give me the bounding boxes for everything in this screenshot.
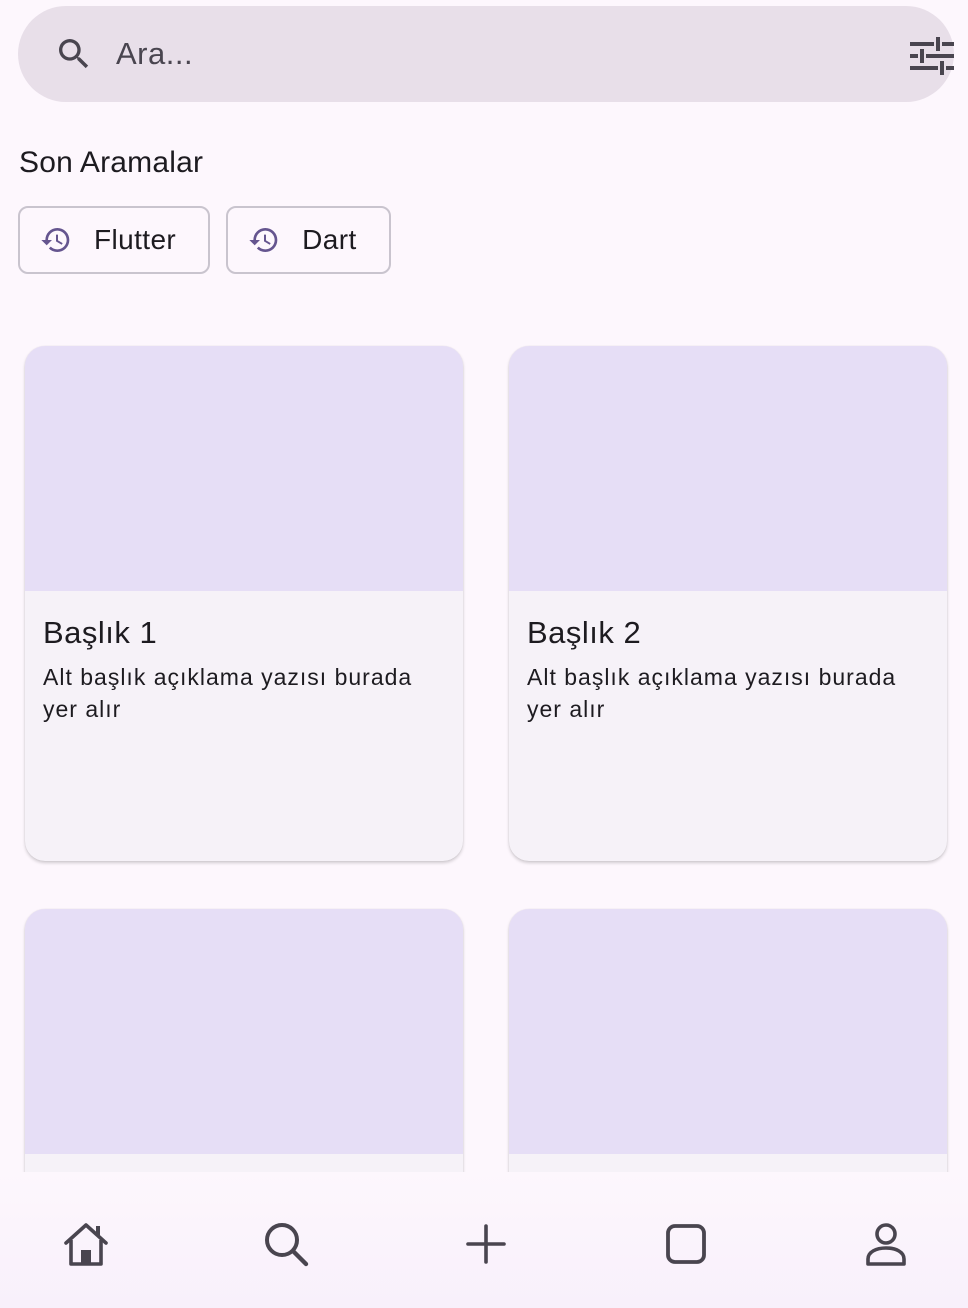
card-title: Başlık 2 [527,615,642,650]
search-icon[interactable] [54,34,94,74]
card-body: Başlık 2 Alt başlık açıklama yazısı bura… [509,591,947,725]
recent-searches-chips: Flutter Dart [18,206,391,274]
nav-home[interactable] [60,1218,112,1270]
nav-search[interactable] [260,1218,312,1270]
recent-chip-dart[interactable]: Dart [226,206,391,274]
card-subtitle: Alt başlık açıklama yazısı burada yer al… [527,664,897,722]
history-icon [41,228,70,253]
chip-label: Flutter [94,224,177,255]
card-image-placeholder [25,346,463,591]
card-subtitle: Alt başlık açıklama yazısı burada yer al… [43,664,413,722]
recent-searches-title: Son Aramalar [19,146,204,179]
nav-profile[interactable] [860,1218,912,1270]
bottom-navigation [0,1172,968,1308]
nav-add[interactable] [460,1218,512,1270]
result-card-2[interactable]: Başlık 2 Alt başlık açıklama yazısı bura… [509,346,947,861]
result-card-4[interactable] [509,909,947,1209]
chip-label: Dart [302,224,357,255]
card-image-placeholder [509,909,947,1154]
search-bar[interactable] [18,6,954,102]
result-card-1[interactable]: Başlık 1 Alt başlık açıklama yazısı bura… [25,346,463,861]
tune-icon[interactable] [908,36,956,76]
person-icon [866,1223,906,1266]
card-image-placeholder [509,346,947,591]
search-input[interactable] [116,30,876,78]
square-icon [666,1224,706,1264]
add-icon [466,1224,506,1264]
home-icon [64,1223,108,1266]
search-icon [265,1223,309,1267]
card-image-placeholder [25,909,463,1154]
nav-square[interactable] [660,1218,712,1270]
search-page: Son Aramalar Flutter Dart Başlık 1 Alt b… [0,0,968,1308]
card-title: Başlık 1 [43,615,158,650]
card-body: Başlık 1 Alt başlık açıklama yazısı bura… [25,591,463,725]
result-card-3[interactable] [25,909,463,1209]
history-icon [249,228,278,253]
recent-chip-flutter[interactable]: Flutter [18,206,211,274]
